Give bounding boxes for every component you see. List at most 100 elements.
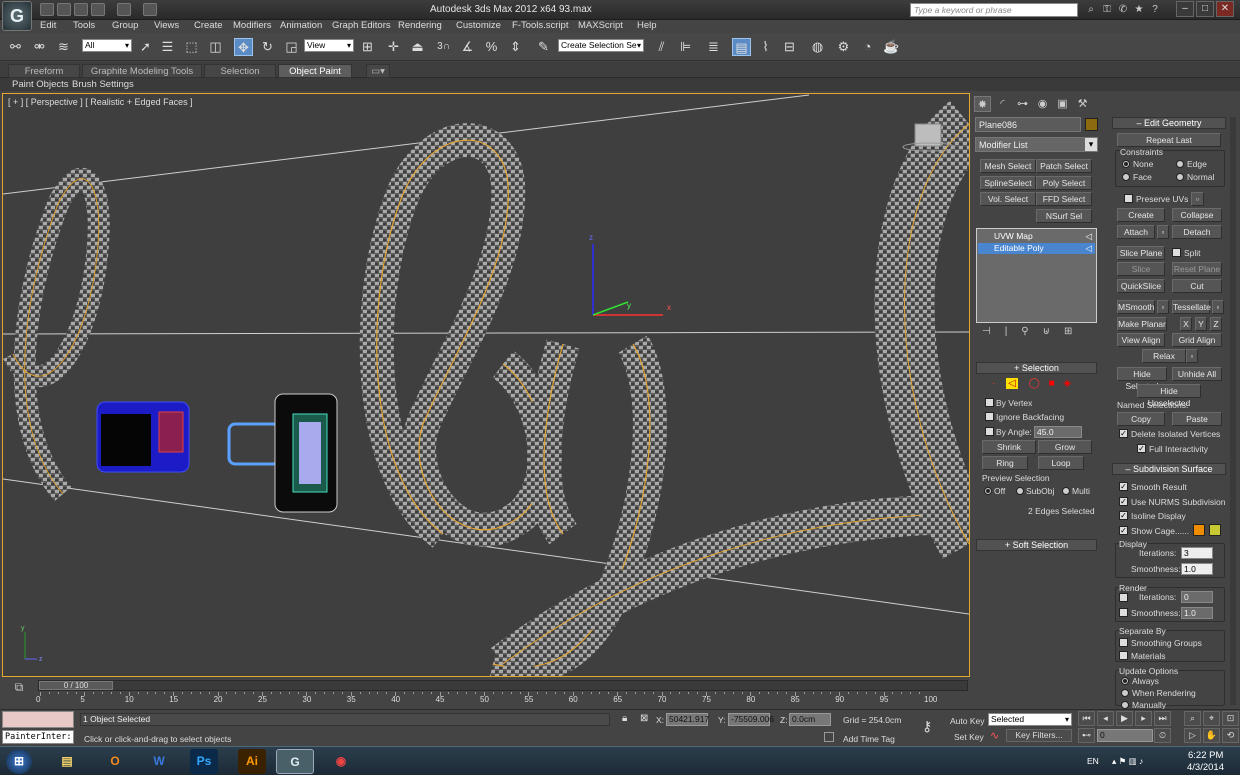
angle-spinner[interactable]: 45.0	[1034, 426, 1082, 438]
layer-manager-icon[interactable]: ≣	[704, 38, 723, 56]
3dsmax-taskbar-icon[interactable]: G	[276, 749, 314, 774]
perspective-viewport[interactable]: [ + ] [ Perspective ] [ Realistic + Edge…	[2, 93, 970, 677]
select-by-name-icon[interactable]: ☰	[158, 38, 177, 56]
materials-checkbox[interactable]	[1119, 651, 1128, 660]
z-coord-field[interactable]: 0.0cm	[789, 713, 831, 726]
window-crossing-icon[interactable]: ◫	[206, 38, 225, 56]
illustrator-icon[interactable]: Ai	[238, 749, 266, 774]
full-interactivity-checkbox[interactable]: ✓	[1137, 444, 1146, 453]
key-filters-button[interactable]: Key Filters...	[1006, 729, 1072, 742]
key-icon[interactable]: ⚷	[922, 718, 932, 735]
stack-item-editable-poly[interactable]: Editable Poly ◁	[978, 243, 1095, 254]
menu-ftools[interactable]: F-Tools.script	[512, 20, 568, 31]
patch-select-button[interactable]: Patch Select	[1036, 159, 1092, 173]
new-file-icon[interactable]	[40, 3, 54, 16]
hierarchy-tab-icon[interactable]: ⊶	[1014, 96, 1031, 112]
clock-date[interactable]: 4/3/2014	[1187, 762, 1224, 773]
planar-y-button[interactable]: Y	[1195, 317, 1207, 331]
photoshop-icon[interactable]: Ps	[190, 749, 218, 774]
delete-isolated-checkbox[interactable]: ✓	[1119, 429, 1128, 438]
edit-geometry-rollout[interactable]: – Edit Geometry	[1112, 117, 1226, 129]
goto-end-icon[interactable]: ⏭	[1154, 711, 1171, 726]
cage-color-swatch-1[interactable]	[1193, 524, 1205, 536]
ignore-backfacing-checkbox[interactable]	[985, 412, 994, 421]
brush-settings-label[interactable]: Brush Settings	[72, 79, 134, 90]
use-nurms-checkbox[interactable]: ✓	[1119, 497, 1128, 506]
relax-button[interactable]: Relax	[1142, 349, 1186, 363]
save-file-icon[interactable]	[74, 3, 88, 16]
clock-time[interactable]: 6:22 PM	[1188, 750, 1223, 761]
time-tag-icon[interactable]	[824, 732, 834, 742]
tessellate-button[interactable]: Tessellate	[1172, 300, 1211, 314]
current-frame-field[interactable]: 0	[1097, 729, 1153, 742]
select-manipulate-icon[interactable]: ✛	[384, 38, 403, 56]
ffd-select-button[interactable]: FFD Select	[1036, 192, 1092, 206]
constraint-normal-radio[interactable]	[1176, 173, 1184, 181]
outlook-icon[interactable]: O	[96, 749, 134, 774]
stack-tools-row[interactable]: ⊣|⚲⊎⊞	[976, 326, 1097, 342]
display-tab-icon[interactable]: ▣	[1054, 96, 1071, 112]
paste-button[interactable]: Paste	[1172, 412, 1222, 426]
menu-rendering[interactable]: Rendering	[398, 20, 442, 31]
menu-modifiers[interactable]: Modifiers	[233, 20, 272, 31]
relax-settings[interactable]: ▫	[1186, 349, 1198, 363]
favorites-icon[interactable]: ★	[1132, 3, 1146, 17]
render-iterations-spinner[interactable]: 0	[1181, 591, 1213, 603]
planar-x-button[interactable]: X	[1180, 317, 1192, 331]
motion-tab-icon[interactable]: ◉	[1034, 96, 1051, 112]
redo-icon[interactable]	[117, 3, 131, 16]
create-tab-icon[interactable]: ✸	[974, 96, 991, 112]
zoom-extents-icon[interactable]: ⊡	[1222, 711, 1239, 726]
reset-plane-button[interactable]: Reset Plane	[1172, 262, 1222, 276]
stack-item-uvw-map[interactable]: UVW Map ◁	[978, 231, 1095, 242]
cut-button[interactable]: Cut	[1172, 279, 1222, 293]
communication-icon[interactable]: ✆	[1116, 3, 1130, 17]
orbit-icon[interactable]: ⟲	[1222, 728, 1239, 743]
split-checkbox[interactable]	[1172, 248, 1181, 257]
tab-selection[interactable]: Selection	[204, 64, 276, 78]
modify-tab-icon[interactable]: ◜	[994, 96, 1011, 112]
unlink-icon[interactable]: ⚮	[30, 38, 49, 56]
polygon-mode-icon[interactable]: ■	[1049, 378, 1055, 389]
smooth-result-checkbox[interactable]: ✓	[1119, 482, 1128, 491]
shrink-button[interactable]: Shrink	[982, 440, 1036, 454]
zoom-icon[interactable]: ⌕	[1184, 711, 1201, 726]
edit-named-sel-icon[interactable]: ✎	[534, 38, 553, 56]
preserve-uvs-settings[interactable]: ▫	[1191, 192, 1204, 206]
paint-objects-label[interactable]: Paint Objects	[12, 79, 69, 90]
border-mode-icon[interactable]: ◯	[1029, 378, 1040, 389]
menu-tools[interactable]: Tools	[73, 20, 95, 31]
show-cage-checkbox[interactable]: ✓	[1119, 526, 1128, 535]
copy-button[interactable]: Copy	[1117, 412, 1165, 426]
menu-create[interactable]: Create	[194, 20, 223, 31]
project-folder-icon[interactable]	[143, 3, 157, 16]
fov-icon[interactable]: ▷	[1184, 728, 1201, 743]
x-coord-field[interactable]: 50421.917	[666, 713, 709, 726]
cage-color-swatch-2[interactable]	[1209, 524, 1221, 536]
app-logo[interactable]: G	[2, 1, 32, 31]
modifier-list-dropdown[interactable]: Modifier List ▾	[975, 137, 1098, 152]
constraint-none-radio[interactable]	[1122, 160, 1130, 168]
snap-toggle-icon[interactable]: 3∩	[434, 38, 453, 56]
y-coord-field[interactable]: -75509.006	[728, 713, 774, 726]
isoline-checkbox[interactable]: ✓	[1119, 511, 1128, 520]
msmooth-button[interactable]: MSmooth	[1117, 300, 1155, 314]
goto-start-icon[interactable]: ⏮	[1078, 711, 1095, 726]
slice-plane-button[interactable]: Slice Plane	[1117, 246, 1165, 260]
reference-coord-dropdown[interactable]: View	[304, 39, 354, 52]
absolute-mode-icon[interactable]: ⊠	[640, 713, 648, 724]
element-mode-icon[interactable]: ◈	[1063, 378, 1071, 389]
render-iterations-checkbox[interactable]	[1119, 593, 1128, 602]
play-icon[interactable]: ▶	[1116, 711, 1133, 726]
msmooth-settings[interactable]: ▫	[1157, 300, 1169, 314]
tessellate-settings[interactable]: ▫	[1212, 300, 1224, 314]
tray-icons[interactable]: ▴ ⚑ ▥ ♪	[1112, 756, 1143, 767]
bind-space-warp-icon[interactable]: ≋	[54, 38, 73, 56]
time-slider-thumb[interactable]: 0 / 100	[39, 681, 113, 690]
selection-rollout-header[interactable]: + Selection	[976, 362, 1097, 374]
planar-z-button[interactable]: Z	[1210, 317, 1222, 331]
timeline-ruler[interactable]: 0 5 10 15 20 25 30 35 40 45 50 55 60 65 70 75 80 85 90 95 10…	[36, 692, 937, 706]
menu-edit[interactable]: Edit	[40, 20, 56, 31]
spinner-snap-icon[interactable]: ⇕	[506, 38, 525, 56]
menu-group[interactable]: Group	[112, 20, 138, 31]
